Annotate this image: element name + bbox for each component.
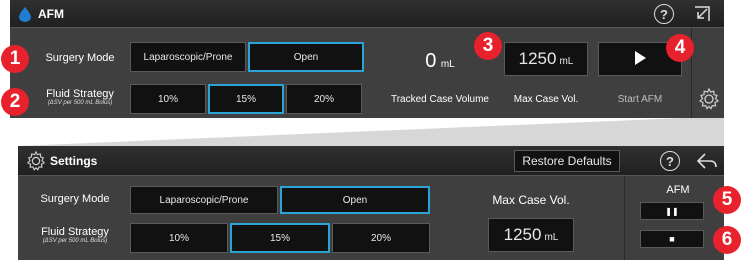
afm-panel: AFM ? Surgery Mode Laparoscopic/Prone Op… bbox=[10, 0, 724, 118]
settings-title: Settings bbox=[50, 154, 98, 168]
fluid-strategy-10-button[interactable]: 10% bbox=[130, 84, 206, 114]
callout-badge-1: 1 bbox=[1, 45, 29, 73]
tracked-volume-label: Tracked Case Volume bbox=[390, 94, 489, 105]
callout-badge-6: 6 bbox=[713, 226, 741, 254]
gear-icon bbox=[26, 150, 46, 171]
water-drop-icon bbox=[18, 6, 32, 22]
callout-badge-2: 2 bbox=[1, 88, 29, 116]
settings-fluid-strategy-subtitle: (ΔSV per 500 mL Bolus) bbox=[42, 238, 108, 245]
fluid-strategy-20-button[interactable]: 20% bbox=[286, 84, 362, 114]
surgery-mode-open-button[interactable]: Open bbox=[248, 42, 364, 72]
afm-titlebar: AFM ? bbox=[10, 0, 724, 28]
settings-max-volume-label: Max Case Vol. bbox=[492, 193, 570, 207]
fluid-strategy-subtitle: (ΔSV per 500 mL Bolus) bbox=[47, 100, 113, 107]
minimize-icon[interactable] bbox=[693, 5, 711, 23]
pause-afm-button[interactable]: ❚❚ bbox=[640, 202, 704, 220]
settings-fluid-strategy-15-button[interactable]: 15% bbox=[230, 223, 330, 253]
surgery-mode-label: Surgery Mode bbox=[45, 52, 115, 64]
settings-max-volume-unit: mL bbox=[544, 231, 559, 243]
max-volume-label: Max Case Vol. bbox=[513, 94, 579, 105]
callout-badge-3: 3 bbox=[474, 32, 502, 60]
callout-badge-5: 5 bbox=[713, 186, 741, 214]
settings-max-volume-button[interactable]: 1250 mL bbox=[488, 218, 574, 252]
settings-fluid-strategy-10-button[interactable]: 10% bbox=[130, 223, 228, 253]
start-afm-label: Start AFM bbox=[617, 94, 663, 105]
settings-fluid-strategy-selector: 10% 15% 20% bbox=[130, 223, 430, 253]
zoom-connector bbox=[18, 118, 724, 146]
max-volume-value: 1250 bbox=[518, 49, 557, 68]
fluid-strategy-label: Fluid Strategy (ΔSV per 500 mL Bolus) bbox=[40, 88, 120, 107]
settings-surgery-mode-open-button[interactable]: Open bbox=[280, 186, 430, 214]
settings-surgery-mode-laparoscopic-button[interactable]: Laparoscopic/Prone bbox=[130, 186, 278, 214]
settings-surgery-mode-label: Surgery Mode bbox=[40, 193, 110, 205]
stop-icon: ■ bbox=[669, 234, 675, 244]
restore-defaults-button[interactable]: Restore Defaults bbox=[514, 150, 620, 172]
max-volume-button[interactable]: 1250 mL bbox=[504, 42, 588, 76]
fluid-strategy-15-button[interactable]: 15% bbox=[208, 84, 284, 114]
afm-title: AFM bbox=[38, 7, 64, 21]
stop-afm-button[interactable]: ■ bbox=[640, 230, 704, 248]
surgery-mode-laparoscopic-button[interactable]: Laparoscopic/Prone bbox=[130, 42, 246, 72]
settings-surgery-mode-selector: Laparoscopic/Prone Open bbox=[130, 186, 430, 214]
settings-fluid-strategy-20-button[interactable]: 20% bbox=[332, 223, 430, 253]
settings-titlebar: Settings Restore Defaults ? bbox=[18, 146, 724, 176]
gear-icon[interactable] bbox=[698, 87, 720, 110]
fluid-strategy-selector: 10% 15% 20% bbox=[130, 84, 362, 114]
settings-fluid-strategy-label: Fluid Strategy (ΔSV per 500 mL Bolus) bbox=[30, 226, 120, 245]
tracked-volume-value: 0 bbox=[425, 50, 437, 72]
surgery-mode-selector: Laparoscopic/Prone Open bbox=[130, 42, 364, 72]
settings-fluid-strategy-title: Fluid Strategy bbox=[41, 226, 109, 238]
fluid-strategy-title: Fluid Strategy bbox=[46, 88, 114, 100]
max-volume-unit: mL bbox=[559, 55, 574, 67]
pause-icon: ❚❚ bbox=[665, 206, 679, 216]
tracked-volume-unit: mL bbox=[440, 59, 455, 70]
tracked-volume-readout: 0 mL bbox=[405, 50, 475, 73]
help-icon[interactable]: ? bbox=[660, 151, 680, 171]
afm-controls-divider bbox=[624, 176, 625, 260]
callout-badge-4: 4 bbox=[666, 34, 694, 62]
afm-controls-label: AFM bbox=[666, 184, 690, 196]
back-arrow-icon[interactable] bbox=[696, 151, 718, 171]
play-icon bbox=[632, 50, 648, 69]
settings-max-volume-value: 1250 bbox=[503, 225, 542, 244]
help-icon[interactable]: ? bbox=[654, 4, 674, 24]
settings-panel: Settings Restore Defaults ? Surgery Mode… bbox=[18, 146, 724, 260]
